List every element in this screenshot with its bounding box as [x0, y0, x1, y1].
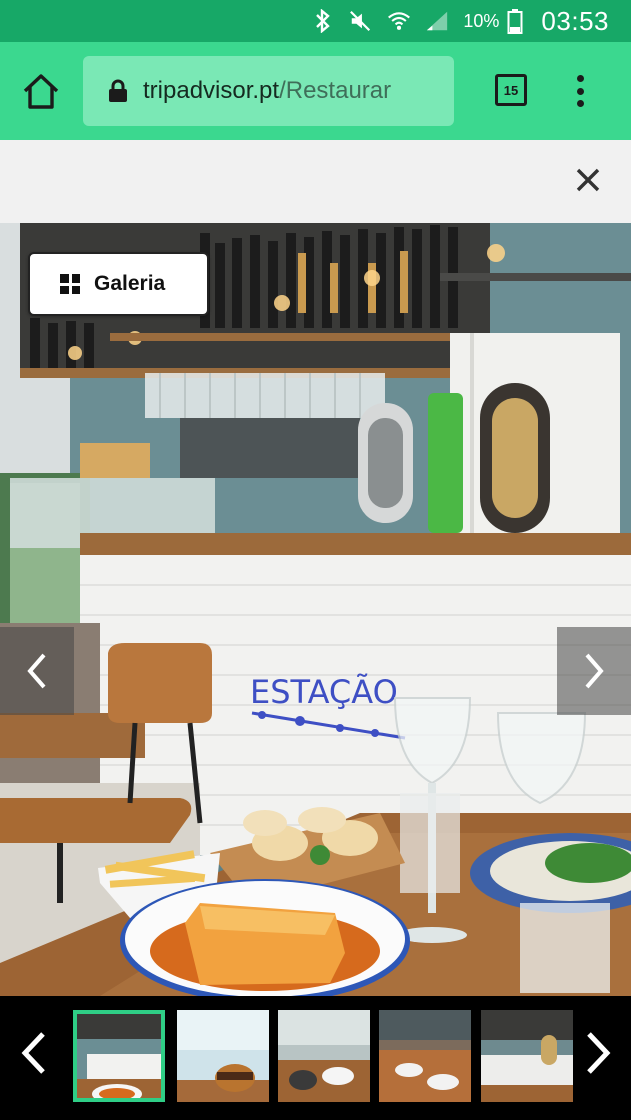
close-button[interactable] [572, 164, 604, 196]
thumbnails-next-button[interactable] [576, 1026, 620, 1080]
thumbnail-strip [0, 996, 631, 1120]
thumbnail-2[interactable] [177, 1010, 269, 1102]
battery-percent: 10% [463, 10, 500, 31]
next-photo-button[interactable] [557, 627, 631, 715]
thumbnail-image [278, 1010, 370, 1102]
lock-icon [107, 79, 129, 103]
browser-toolbar: tripadvisor.pt/Restaurar 15 [0, 42, 631, 140]
chevron-right-icon [585, 653, 604, 689]
url-text: tripadvisor.pt/Restaurar [143, 77, 391, 105]
thumbnail-5[interactable] [481, 1010, 573, 1102]
thumbnail-4[interactable] [379, 1010, 471, 1102]
thumbnail-3[interactable] [278, 1010, 370, 1102]
thumbnails-previous-button[interactable] [12, 1026, 56, 1080]
gallery-button-label: Galeria [94, 272, 166, 295]
restaurant-photo[interactable]: ESTAÇÃO [0, 223, 631, 996]
grid-icon [60, 274, 80, 294]
battery-icon [503, 9, 527, 34]
home-icon [23, 74, 59, 109]
wifi-icon [387, 9, 411, 33]
overflow-menu-button[interactable] [568, 72, 592, 110]
gallery-button[interactable]: Galeria [28, 252, 209, 316]
thumbnail-1[interactable] [73, 1010, 165, 1102]
thumbnail-image [77, 1014, 161, 1098]
menu-dot-icon [576, 75, 584, 82]
chevron-right-icon [587, 1032, 611, 1074]
screen: 10% 03:53 tripadvisor.pt/Restaurar 15 ES… [0, 0, 631, 1120]
estacao-sign: ESTAÇÃO [250, 673, 398, 711]
home-button[interactable] [20, 72, 62, 112]
chevron-left-icon [21, 1032, 45, 1074]
thumbnail-image [177, 1010, 269, 1102]
thumbnail-image [379, 1010, 471, 1102]
url-path: /Restaurar [279, 77, 392, 104]
gallery-header [0, 140, 631, 223]
bluetooth-icon [311, 9, 335, 33]
status-bar: 10% 03:53 [0, 0, 631, 42]
thumbnail-image [481, 1010, 573, 1102]
restaurant-interior-image: ESTAÇÃO [0, 223, 631, 996]
menu-dot-icon [576, 100, 584, 107]
tab-switcher-button[interactable]: 15 [495, 74, 527, 106]
menu-dot-icon [576, 87, 584, 95]
clock: 03:53 [541, 5, 609, 36]
close-icon [576, 168, 600, 192]
mute-icon [349, 9, 373, 33]
address-bar[interactable]: tripadvisor.pt/Restaurar [83, 56, 454, 126]
signal-icon [425, 9, 449, 33]
url-domain: tripadvisor.pt [143, 77, 280, 104]
chevron-left-icon [27, 653, 46, 689]
previous-photo-button[interactable] [0, 627, 74, 715]
